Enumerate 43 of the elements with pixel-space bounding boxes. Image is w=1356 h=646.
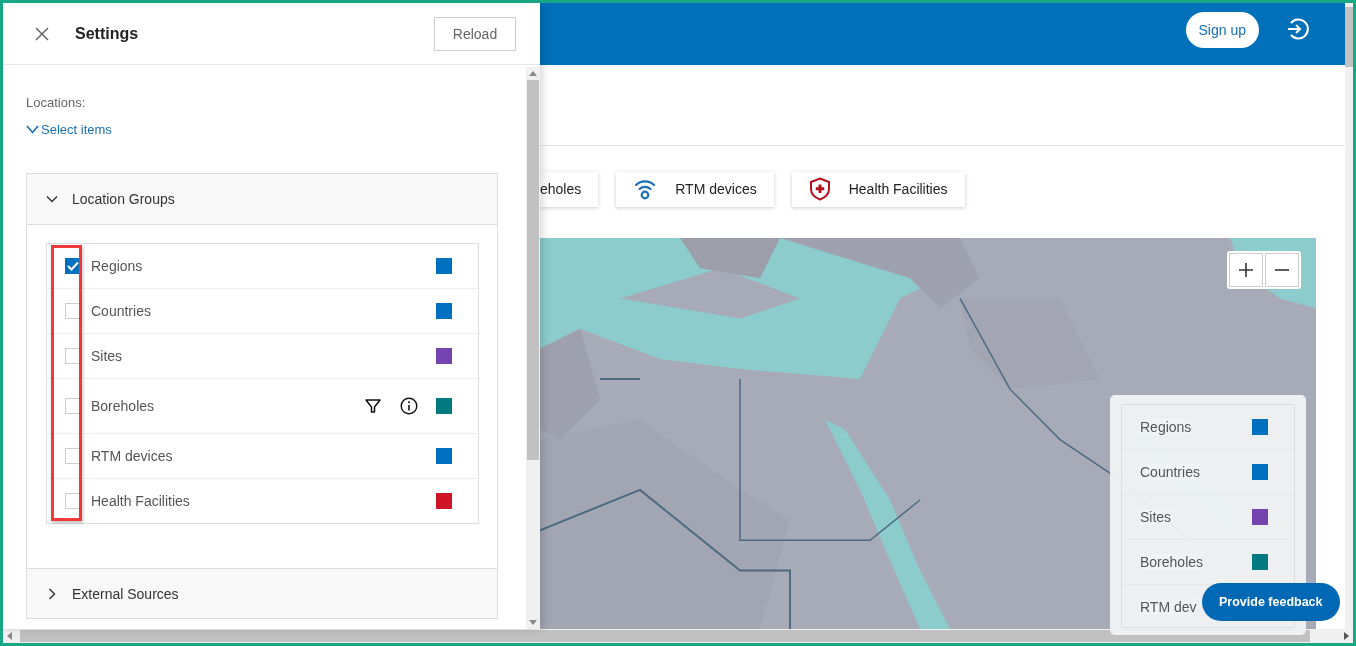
filter-icon[interactable] — [364, 397, 382, 415]
page-scrollbar[interactable] — [1345, 3, 1353, 629]
zoom-out-button[interactable] — [1265, 253, 1299, 287]
close-icon — [35, 26, 49, 41]
chevron-down-icon — [46, 193, 58, 205]
group-label: Sites — [91, 348, 124, 364]
scrollbar[interactable] — [526, 67, 540, 629]
scroll-down-icon[interactable] — [529, 620, 537, 625]
legend-label: Boreholes — [1140, 554, 1204, 570]
scroll-right-icon[interactable] — [1344, 632, 1349, 640]
locations-label: Locations: — [26, 95, 87, 110]
scroll-up-icon[interactable] — [529, 71, 537, 76]
shield-cross-icon — [808, 177, 831, 201]
legend-label: Countries — [1140, 464, 1200, 480]
layer-tab[interactable]: Health Facilities — [791, 171, 965, 207]
zoom-in-button[interactable] — [1229, 253, 1263, 287]
legend-label: Sites — [1140, 509, 1172, 525]
login-icon[interactable] — [1285, 17, 1309, 41]
scroll-left-icon[interactable] — [7, 632, 12, 640]
select-items-link[interactable]: Select items — [26, 122, 112, 137]
horizontal-scrollbar[interactable] — [3, 629, 1353, 643]
group-label: RTM devices — [91, 448, 174, 464]
group-label: Regions — [91, 258, 144, 274]
layer-tab[interactable]: eholes — [540, 171, 599, 207]
accordion-header[interactable]: Location Groups — [27, 174, 497, 225]
minus-icon — [1274, 269, 1290, 271]
legend-label: RTM dev — [1140, 599, 1197, 615]
layer-tab[interactable]: RTM devices — [616, 171, 774, 207]
close-button[interactable] — [33, 24, 51, 43]
plus-icon — [1238, 262, 1254, 278]
signal-icon — [633, 177, 658, 201]
panel-title: Settings — [75, 24, 140, 43]
group-label: Countries — [91, 303, 152, 319]
sign-up-button[interactable]: Sign up — [1185, 12, 1259, 48]
group-label: Health Facilities — [91, 493, 191, 509]
legend-label: Regions — [1140, 419, 1192, 435]
accordion-header[interactable]: External Sources — [27, 568, 497, 619]
reload-button[interactable]: Reload — [434, 16, 516, 51]
chevron-down-icon — [26, 125, 39, 134]
feedback-button[interactable]: Provide feedback — [1202, 583, 1340, 621]
chevron-right-icon — [46, 587, 58, 600]
info-icon[interactable] — [400, 397, 418, 415]
group-label: Boreholes — [91, 398, 156, 414]
